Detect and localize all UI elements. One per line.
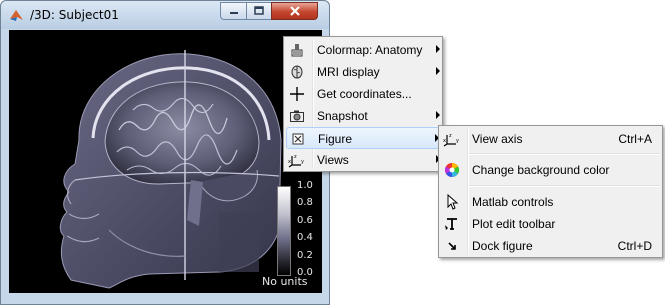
menu-item-get-coordinates[interactable]: Get coordinates...	[286, 83, 440, 105]
svg-text:x: x	[288, 159, 291, 165]
maximize-icon	[254, 6, 264, 15]
colorbar-tick: 0.8	[297, 197, 313, 208]
submenu-arrow-icon	[436, 67, 440, 75]
axes-icon: z y x	[288, 151, 306, 169]
close-button[interactable]	[271, 2, 318, 20]
menu-item-label: Matlab controls	[472, 195, 554, 209]
matlab-icon	[10, 10, 23, 21]
menu-item-figure[interactable]: Figure	[286, 127, 440, 149]
menu-item-views[interactable]: z y x Views	[286, 149, 440, 171]
maximize-button[interactable]	[246, 2, 272, 20]
menu-item-label: Views	[317, 153, 349, 167]
menu-item-label: MRI display	[317, 65, 380, 79]
menu-item-view-axis[interactable]: z y x View axis Ctrl+A	[441, 128, 660, 150]
colorbar-units: No units	[262, 275, 308, 288]
colorbar-tick: 1.0	[297, 180, 313, 191]
shortcut-label: Ctrl+A	[618, 132, 652, 146]
window-title: /3D: Subject01	[30, 8, 119, 22]
figure-submenu: z y x View axis Ctrl+A Change background…	[438, 125, 663, 258]
menu-item-label: Colormap: Anatomy	[317, 43, 423, 57]
axes-icon: z y x	[443, 130, 461, 148]
menu-item-plot-edit-toolbar[interactable]: Plot edit toolbar	[441, 213, 660, 235]
3d-viewport[interactable]	[9, 30, 322, 293]
svg-text:y: y	[456, 138, 459, 144]
menu-item-colormap[interactable]: Colormap: Anatomy	[286, 39, 440, 61]
menu-item-snapshot[interactable]: Snapshot	[286, 105, 440, 127]
svg-text:z: z	[294, 154, 297, 160]
menu-item-label: Figure	[318, 132, 353, 146]
title-bar[interactable]: /3D: Subject01	[1, 1, 329, 29]
pointer-icon	[443, 193, 461, 211]
menu-item-matlab-controls[interactable]: Matlab controls	[441, 191, 660, 213]
colorbar-tick: 0.6	[297, 215, 313, 226]
text-edit-icon	[443, 215, 461, 233]
menu-item-label: Snapshot	[317, 109, 368, 123]
menu-item-label: Get coordinates...	[317, 87, 412, 101]
close-icon	[289, 6, 300, 16]
colormap-icon	[288, 41, 306, 59]
mri-icon	[288, 63, 306, 81]
colorbar-tick: 0.2	[297, 250, 313, 261]
context-menu: Colormap: Anatomy MRI display Get coordi…	[283, 36, 443, 172]
svg-text:x: x	[443, 138, 446, 144]
svg-text:y: y	[301, 159, 304, 165]
mri-head-render	[59, 50, 282, 289]
menu-item-label: View axis	[472, 132, 523, 146]
submenu-arrow-icon	[436, 111, 440, 119]
color-wheel-icon	[443, 161, 461, 179]
camera-icon	[288, 107, 306, 125]
dock-icon	[443, 237, 461, 255]
crosshair-icon	[288, 85, 306, 103]
menu-item-label: Change background color	[472, 163, 610, 177]
menu-item-change-background-color[interactable]: Change background color	[441, 159, 660, 181]
figure-icon	[289, 130, 307, 148]
minimize-button[interactable]	[220, 2, 247, 20]
submenu-arrow-icon	[436, 45, 440, 53]
shortcut-label: Ctrl+D	[617, 239, 652, 253]
menu-separator	[469, 185, 660, 187]
menu-item-label: Plot edit toolbar	[472, 217, 556, 231]
menu-separator	[469, 153, 660, 155]
svg-text:z: z	[449, 133, 452, 139]
menu-item-mri-display[interactable]: MRI display	[286, 61, 440, 83]
colorbar	[277, 186, 291, 276]
minimize-icon	[229, 12, 238, 14]
menu-item-label: Dock figure	[472, 239, 533, 253]
colorbar-tick: 0.4	[297, 232, 313, 243]
figure-window: /3D: Subject01 1.0 0.8 0.6 0.4 0.2 0.0 N…	[0, 0, 330, 305]
menu-item-dock-figure[interactable]: Dock figure Ctrl+D	[441, 235, 660, 257]
